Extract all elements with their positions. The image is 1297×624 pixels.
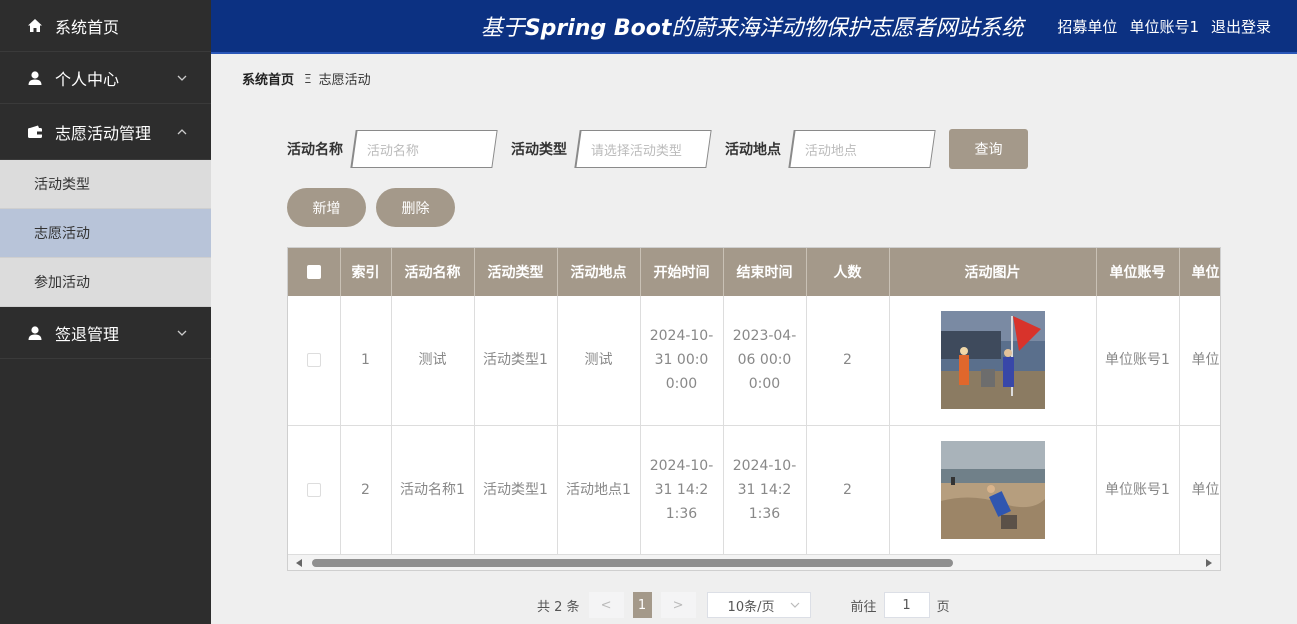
site-title: 基于Spring Boot的蔚来海洋动物保护志愿者网站系统 (480, 16, 1024, 41)
scroll-left-icon[interactable] (296, 559, 302, 567)
cell-name: 活动名称1 (391, 425, 475, 555)
menu-item-volunteer[interactable]: 志愿活动管理 (0, 104, 211, 160)
sidebar: 系统首页 个人中心 志愿活动管理 活动类型 志愿活动 参加活动 签退管理 (0, 0, 211, 624)
select-all-cell (288, 248, 341, 296)
cell-index: 1 (340, 296, 392, 426)
breadcrumb-separator: Ξ (304, 71, 312, 86)
menu-item-signout-label: 签退管理 (55, 324, 120, 344)
column-header: 单位账号 (1096, 248, 1180, 296)
cell-name: 测试 (391, 296, 475, 426)
search-bar: 活动名称 活动名称 活动类型 请选择活动类型 活动地点 活动地点 查询 (287, 129, 1028, 169)
menu-item-personal[interactable]: 个人中心 (0, 52, 211, 104)
column-header: 活动图片 (889, 248, 1097, 296)
cell-place: 测试 (557, 296, 641, 426)
scroll-thumb[interactable] (312, 559, 953, 567)
submenu-volunteer: 活动类型 志愿活动 参加活动 (0, 160, 211, 307)
breadcrumb-home[interactable]: 系统首页 (242, 69, 294, 88)
user-role: 招募单位 (1057, 17, 1118, 36)
cell-start: 2024-10-31 00:00:00 (640, 296, 724, 426)
goto-page-input[interactable]: 1 (883, 592, 930, 618)
page-size-value: 10条/页 (727, 599, 775, 615)
cell-end: 2024-10-31 14:21:36 (723, 425, 807, 555)
row-select-cell (288, 425, 341, 555)
column-header: 活动类型 (474, 248, 558, 296)
user-account: 单位账号1 (1129, 17, 1199, 36)
page-suffix: 页 (936, 599, 950, 615)
user-icon (26, 324, 44, 342)
chevron-down-icon (790, 602, 799, 608)
place-label: 活动地点 (725, 142, 781, 158)
search-button[interactable]: 查询 (949, 129, 1028, 169)
wallet-icon (26, 123, 44, 141)
activity-photo[interactable] (940, 440, 1045, 539)
column-header: 活动名称 (391, 248, 475, 296)
table-row[interactable]: 1 测试 活动类型1 测试 2024-10-31 00:00:00 2023-0… (288, 296, 1220, 426)
column-header: 人数 (806, 248, 890, 296)
menu-item-volunteer-label: 志愿活动管理 (55, 123, 152, 143)
goto-label: 前往 (850, 599, 877, 615)
cell-start: 2024-10-31 14:21:36 (640, 425, 724, 555)
menu-item-home-label: 系统首页 (55, 17, 120, 37)
total-count: 共 2 条 (537, 599, 580, 615)
cell-index: 2 (340, 425, 392, 555)
cell-type: 活动类型1 (474, 296, 558, 426)
place-input[interactable]: 活动地点 (788, 130, 936, 168)
chevron-up-icon (177, 127, 187, 137)
cell-count: 2 (806, 296, 890, 426)
breadcrumb-current: 志愿活动 (318, 73, 371, 88)
cell-account: 单位账号1 (1096, 296, 1180, 426)
cell-count: 2 (806, 425, 890, 555)
sidebar-item-activity-type[interactable]: 活动类型 (0, 160, 211, 209)
pagination: 共 2 条 < 1 > 10条/页 前往 1 页 (537, 592, 950, 618)
name-input[interactable]: 活动名称 (350, 130, 498, 168)
logout-link[interactable]: 退出登录 (1211, 16, 1271, 37)
cell-unit: 单位1 (1179, 425, 1220, 555)
sidebar-item-volunteer-activity[interactable]: 志愿活动 (0, 209, 211, 258)
row-select-cell (288, 296, 341, 426)
action-bar: 新增 删除 (287, 188, 465, 227)
menu-item-home[interactable]: 系统首页 (0, 0, 211, 52)
next-page-button[interactable]: > (660, 592, 696, 618)
cell-end: 2023-04-06 00:00:00 (723, 296, 807, 426)
page-size-select[interactable]: 10条/页 (706, 592, 811, 618)
user-icon (26, 69, 44, 87)
select-all-checkbox[interactable] (306, 265, 321, 279)
type-select[interactable]: 请选择活动类型 (574, 130, 712, 168)
prev-page-button[interactable]: < (588, 592, 624, 618)
home-icon (26, 17, 44, 35)
add-button[interactable]: 新增 (287, 188, 366, 227)
cell-image (889, 425, 1097, 555)
page-number[interactable]: 1 (632, 592, 652, 618)
chevron-down-icon (177, 73, 187, 83)
cell-unit: 单位1 (1179, 296, 1220, 426)
cell-place: 活动地点1 (557, 425, 641, 555)
row-checkbox[interactable] (306, 353, 321, 368)
column-header: 单位 (1179, 248, 1220, 296)
column-header: 活动地点 (557, 248, 641, 296)
menu-item-signout[interactable]: 签退管理 (0, 307, 211, 359)
column-header: 索引 (340, 248, 392, 296)
chevron-down-icon (177, 328, 187, 338)
column-header: 开始时间 (640, 248, 724, 296)
breadcrumb: 系统首页 Ξ 志愿活动 (242, 69, 371, 89)
menu-item-personal-label: 个人中心 (55, 69, 120, 89)
row-checkbox[interactable] (306, 482, 321, 497)
horizontal-scrollbar[interactable] (288, 554, 1220, 570)
name-label: 活动名称 (287, 142, 343, 158)
cell-type: 活动类型1 (474, 425, 558, 555)
table-row[interactable]: 2 活动名称1 活动类型1 活动地点1 2024-10-31 14:21:36 … (288, 425, 1220, 555)
sidebar-item-join-activity[interactable]: 参加活动 (0, 258, 211, 307)
scroll-right-icon[interactable] (1206, 559, 1212, 567)
top-header: 基于Spring Boot的蔚来海洋动物保护志愿者网站系统 招募单位 单位账号1… (211, 0, 1297, 54)
column-header: 结束时间 (723, 248, 807, 296)
cell-account: 单位账号1 (1096, 425, 1180, 555)
table-header-row: 索引 活动名称 活动类型 活动地点 开始时间 结束时间 人数 活动图片 单位账号… (288, 248, 1220, 296)
type-label: 活动类型 (511, 142, 567, 158)
delete-button[interactable]: 删除 (376, 188, 455, 227)
data-table: 索引 活动名称 活动类型 活动地点 开始时间 结束时间 人数 活动图片 单位账号… (287, 247, 1221, 571)
cell-image (889, 296, 1097, 426)
activity-photo[interactable] (940, 311, 1045, 410)
